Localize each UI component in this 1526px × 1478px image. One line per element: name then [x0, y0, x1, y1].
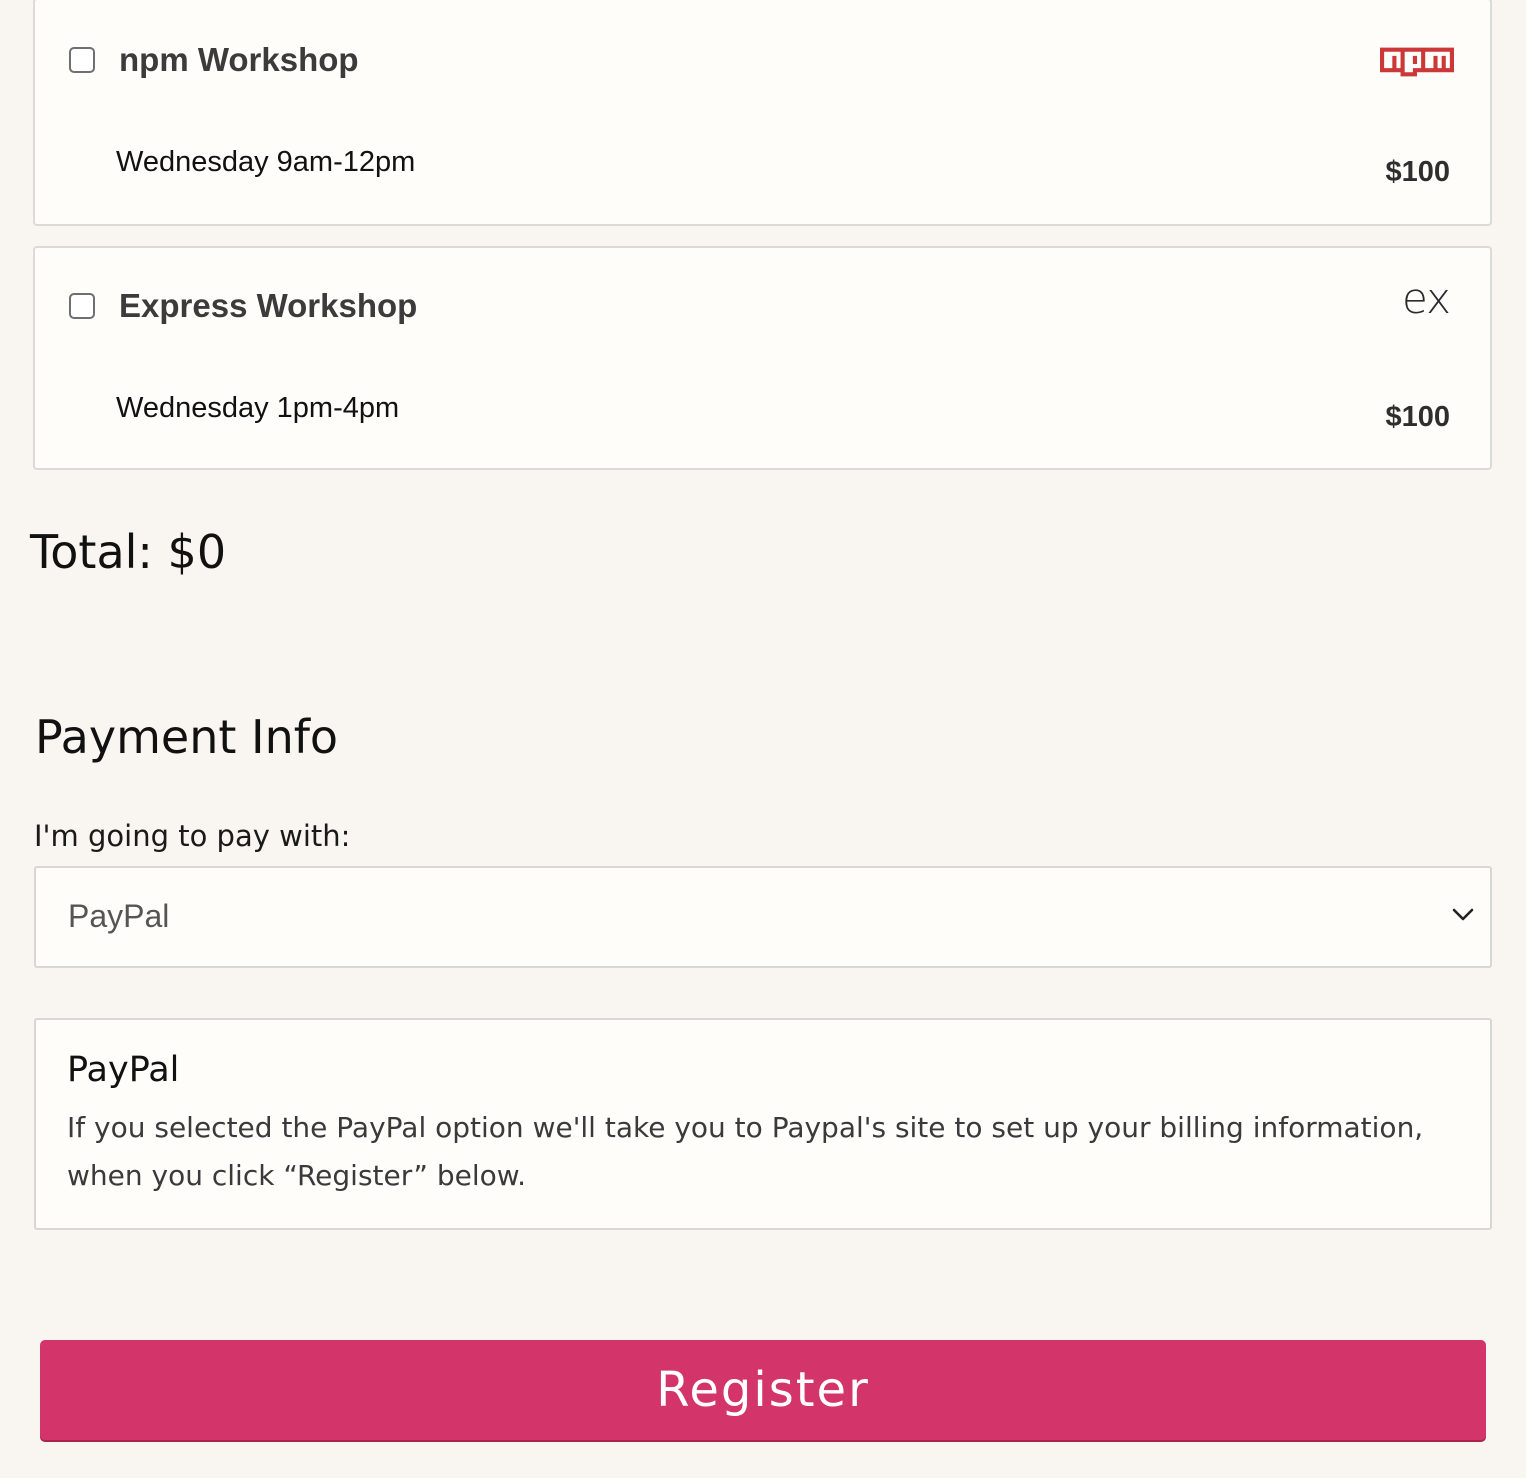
npm-logo-icon	[1380, 47, 1454, 77]
npm-workshop-checkbox[interactable]	[69, 47, 95, 73]
order-total: Total: $0	[30, 525, 227, 579]
express-logo-icon: ex	[1402, 274, 1451, 323]
payment-method-select[interactable]: PayPal	[34, 866, 1492, 968]
workshop-time: Wednesday 9am-12pm	[116, 146, 416, 178]
payment-info-box: PayPal If you selected the PayPal option…	[34, 1018, 1492, 1230]
workshop-title: npm Workshop	[119, 41, 359, 78]
workshop-price: $100	[1385, 156, 1450, 188]
workshop-card-npm[interactable]: npm Workshop Wednesday 9am-12pm $100	[33, 0, 1492, 226]
payment-info-title: PayPal	[67, 1050, 180, 1090]
workshop-title: Express Workshop	[119, 287, 418, 324]
workshop-card-express[interactable]: Express Workshop Wednesday 1pm-4pm $100 …	[33, 246, 1492, 470]
workshop-time: Wednesday 1pm-4pm	[116, 392, 400, 424]
register-button[interactable]: Register	[40, 1340, 1486, 1440]
payment-info-heading: Payment Info	[35, 710, 339, 764]
payment-info-text: If you selected the PayPal option we'll …	[67, 1111, 1424, 1192]
payment-method-label: I'm going to pay with:	[34, 819, 351, 853]
chevron-down-icon	[1452, 908, 1474, 921]
express-workshop-checkbox[interactable]	[69, 293, 95, 319]
payment-method-selected-value: PayPal	[68, 898, 170, 934]
workshop-price: $100	[1385, 401, 1450, 433]
